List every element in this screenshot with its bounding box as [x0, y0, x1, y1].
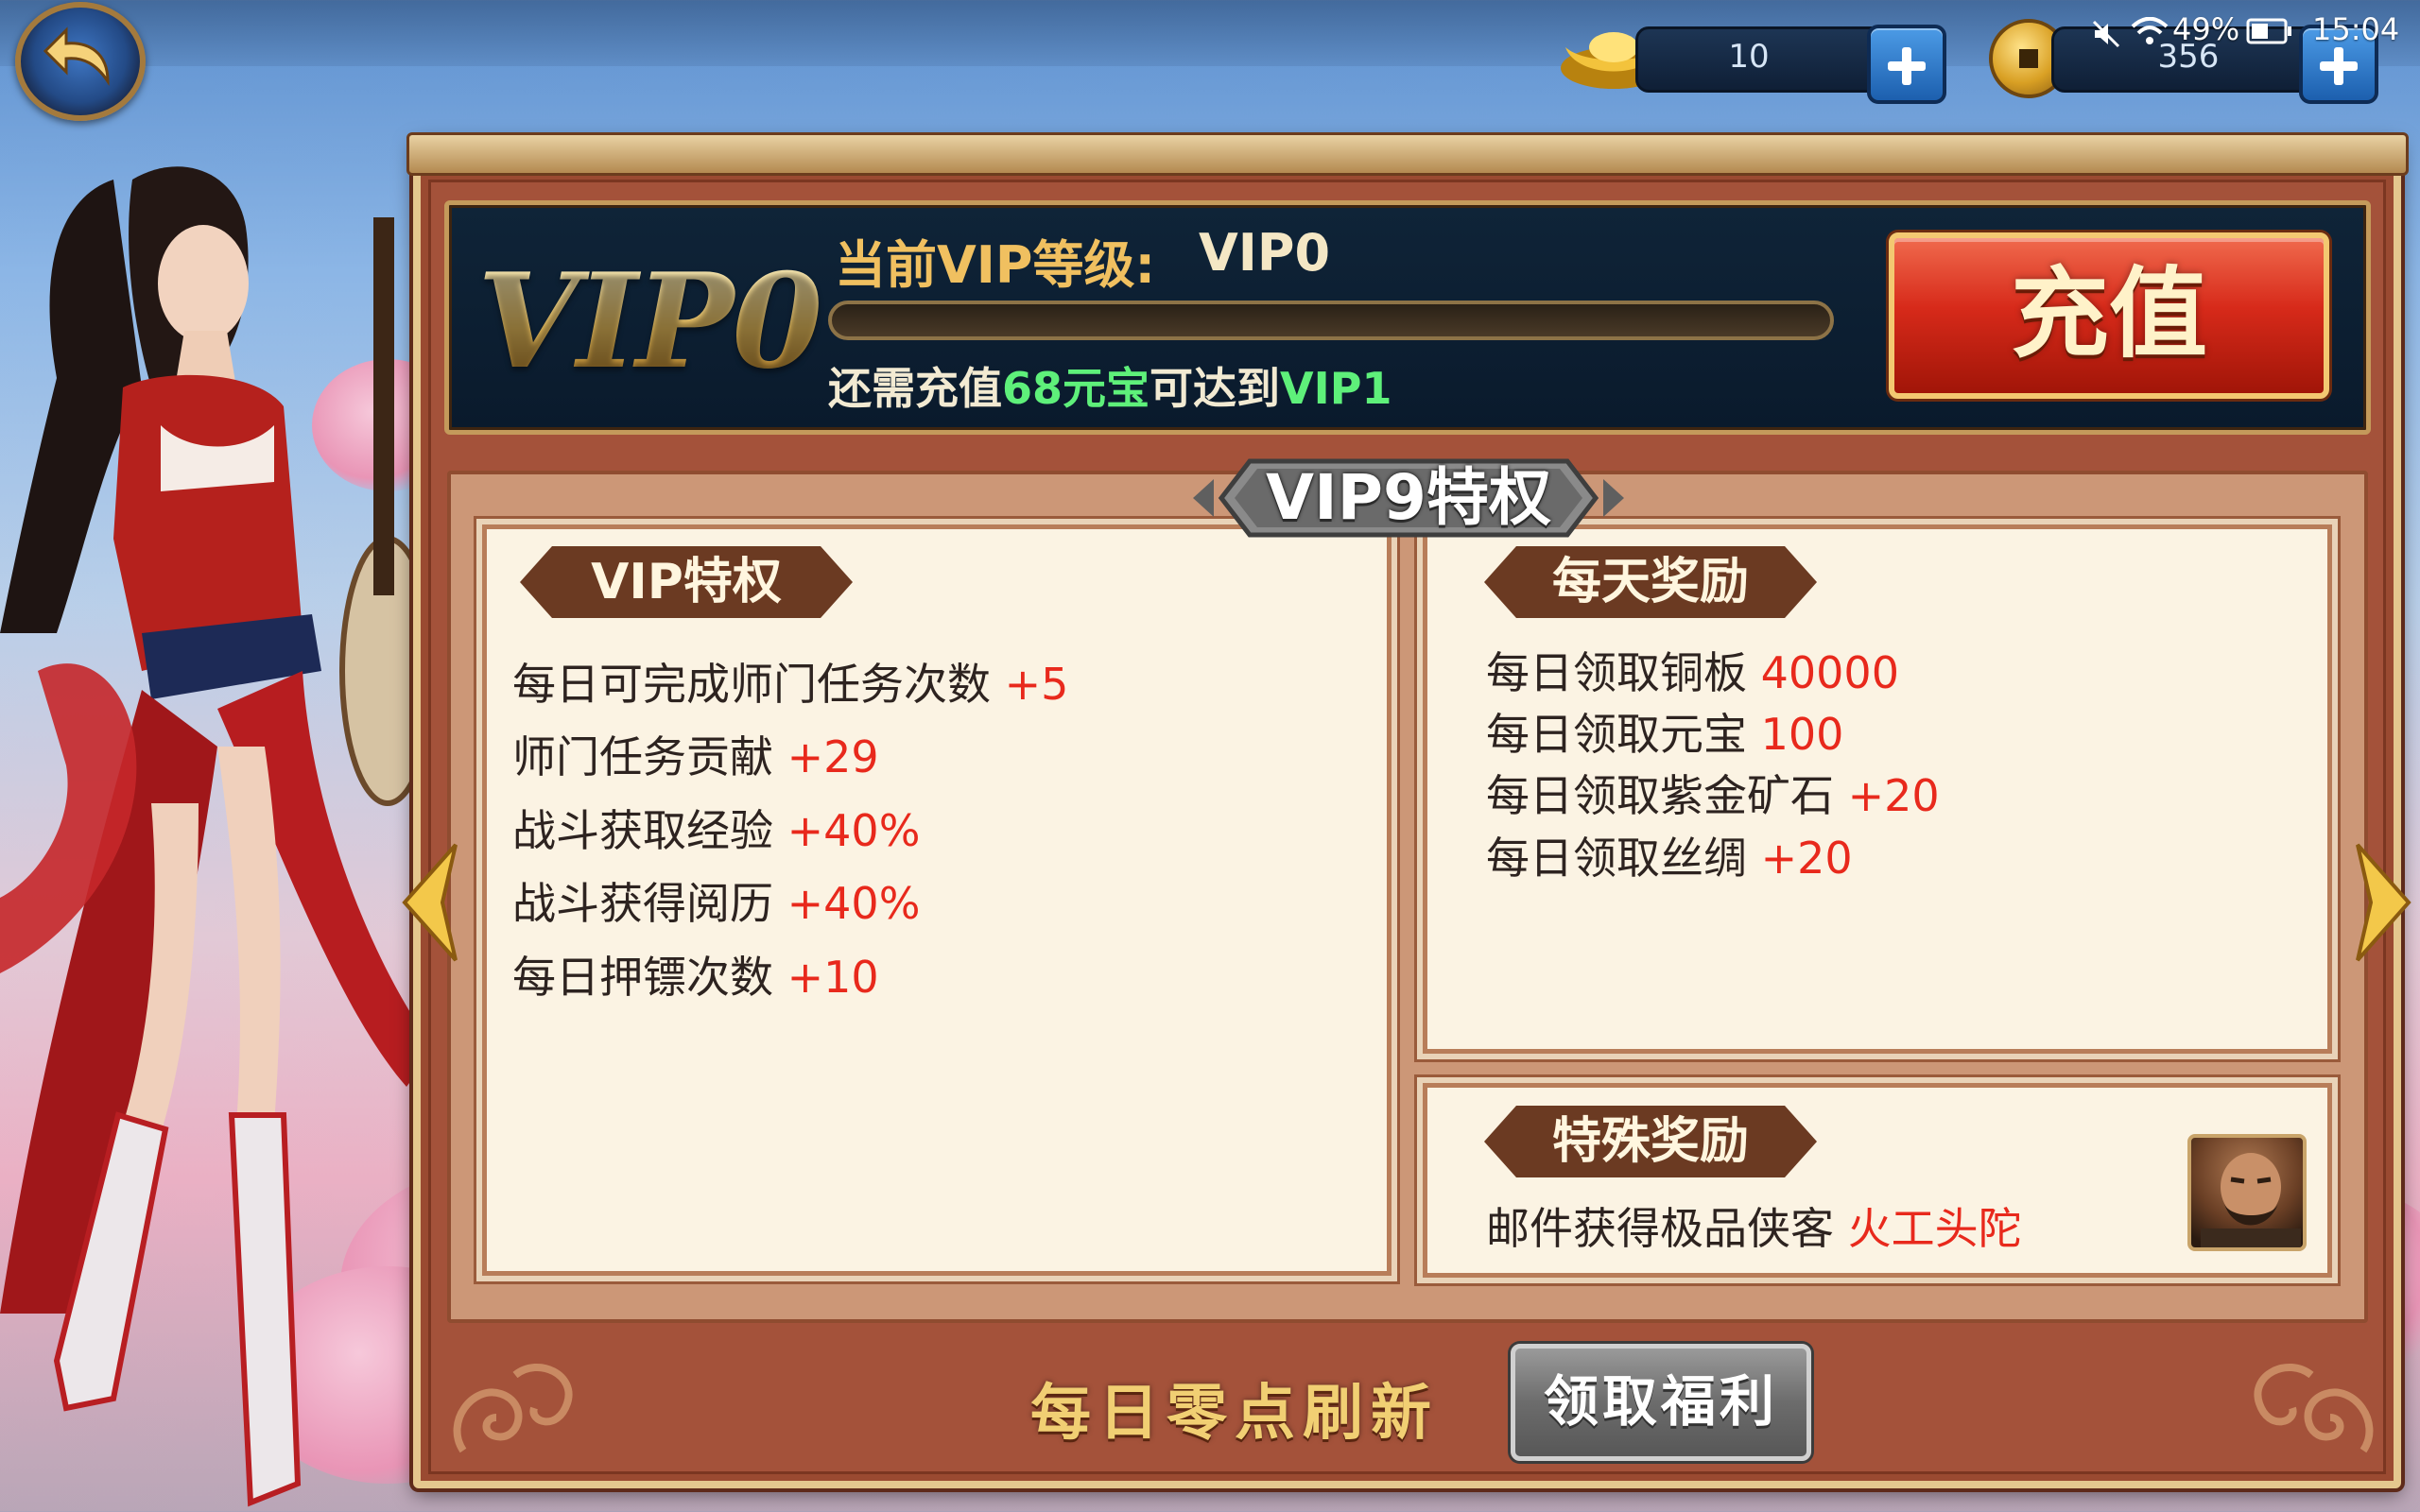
privileges-title: VIP特权: [591, 554, 782, 610]
need-amount: 68元宝: [1002, 363, 1150, 414]
daily-reward-item: 每日领取紫金矿石 +20: [1486, 770, 1940, 821]
vip-level-banner-title: VIP9特权: [1266, 461, 1551, 534]
current-vip-value: VIP0: [1199, 223, 1331, 283]
privilege-item: 战斗获得阅历 +40%: [512, 878, 921, 929]
mute-icon: [2092, 20, 2120, 48]
privilege-item: 每日押镖次数 +10: [512, 952, 879, 1003]
prev-page-arrow[interactable]: [397, 841, 463, 964]
privilege-item: 每日可完成师门任务次数 +5: [512, 659, 1069, 710]
need-mid: 可达到: [1150, 363, 1281, 414]
claim-welfare-button[interactable]: 领取福利: [1511, 1344, 1811, 1461]
vip-progress-bar: [828, 301, 1834, 340]
frame-top-rail: [406, 132, 2409, 176]
add-gold-button[interactable]: [1867, 25, 1946, 104]
daily-rewards-title: 每天奖励: [1551, 554, 1749, 610]
back-icon: [43, 26, 110, 86]
recharge-requirement: 还需充值68元宝可达到VIP1: [828, 354, 1392, 417]
wifi-icon: [2131, 17, 2169, 44]
recharge-button[interactable]: 充值: [1889, 232, 2329, 399]
battery-icon: [2246, 18, 2291, 44]
clock: 15:04: [2312, 11, 2400, 47]
refresh-note: 每日零点刷新: [1030, 1379, 1439, 1449]
right-ornament: [2254, 1363, 2374, 1453]
hero-avatar-icon[interactable]: [2187, 1134, 2307, 1251]
need-prefix: 还需充值: [828, 363, 1002, 414]
need-target: VIP1: [1280, 363, 1392, 414]
back-button[interactable]: [15, 2, 146, 121]
next-page-arrow[interactable]: [2350, 841, 2416, 964]
battery-percent: 49%: [2172, 11, 2240, 47]
privilege-item: 战斗获取经验 +40%: [512, 805, 921, 856]
daily-reward-item: 每日领取丝绸 +20: [1486, 833, 1853, 884]
gold-value: 10: [1728, 38, 1770, 76]
left-ornament: [453, 1363, 573, 1453]
daily-reward-item: 每日领取铜板 40000: [1486, 647, 1899, 698]
special-reward-item: 邮件获得极品侠客 火工头陀: [1486, 1203, 2022, 1254]
vip-level-emblem: VIP0: [477, 244, 822, 398]
current-vip-label: 当前VIP等级:: [835, 235, 1156, 295]
daily-reward-item: 每日领取元宝 100: [1486, 709, 1844, 760]
character-artwork: [0, 166, 435, 1507]
privilege-item: 师门任务贡献 +29: [512, 731, 879, 782]
special-reward-title: 特殊奖励: [1551, 1113, 1749, 1170]
